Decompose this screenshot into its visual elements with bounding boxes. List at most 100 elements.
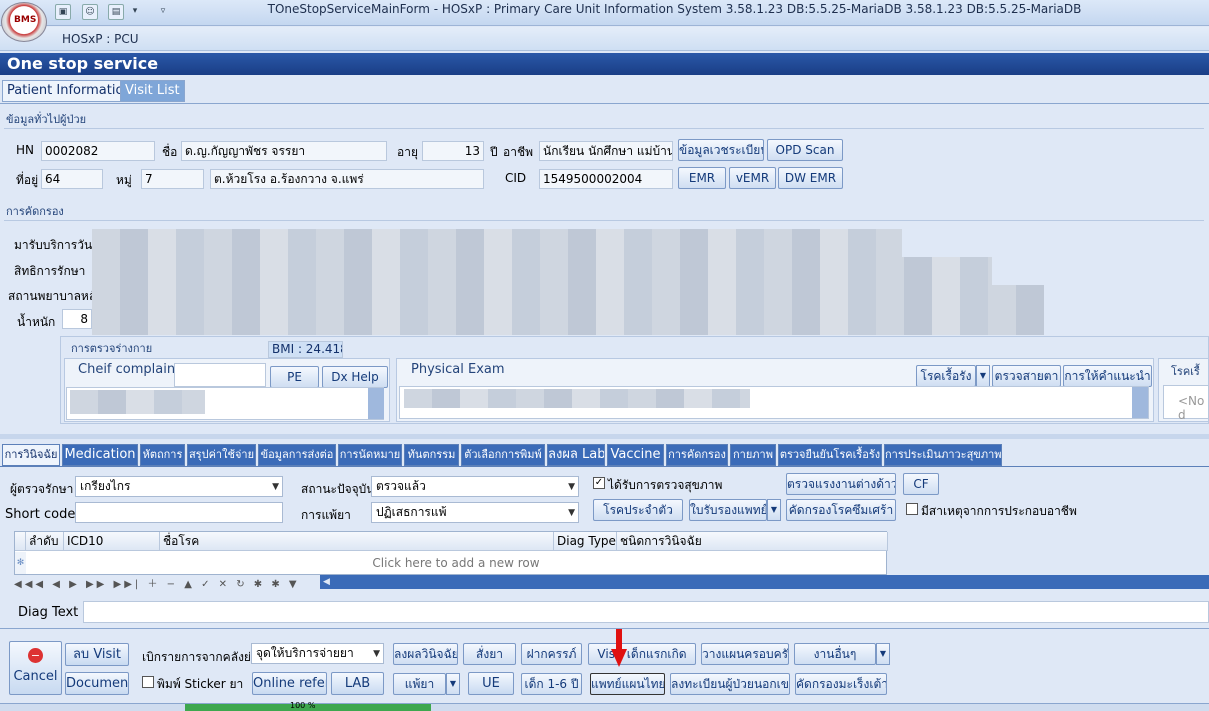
- status-select[interactable]: ตรวจแล้ว ▼: [371, 476, 579, 497]
- thai-medicine-button[interactable]: แพทย์แผนไทย: [590, 673, 665, 695]
- column-header[interactable]: ชนิดการวินิจฉัย: [617, 532, 888, 551]
- cancel-button[interactable]: − Cancel: [9, 641, 62, 695]
- moo-field[interactable]: 7: [141, 169, 204, 189]
- chronic-disease-button[interactable]: โรคประจำตัว: [593, 499, 683, 521]
- dx-help-button[interactable]: Dx Help: [322, 366, 388, 388]
- horizontal-scrollbar[interactable]: [320, 575, 1209, 589]
- name-field[interactable]: ด.ญ.กัญญาพัชร จรรยา: [181, 141, 387, 161]
- pe-button[interactable]: PE: [270, 366, 319, 388]
- newborn-visit-button[interactable]: Visit เด็กแรกเกิด: [588, 643, 696, 665]
- divider: [4, 220, 1204, 221]
- tab-lab[interactable]: ลงผล Lab: [547, 444, 605, 466]
- tab-expense[interactable]: สรุปค่าใช้จ่าย: [187, 444, 256, 466]
- qa-dropdown-icon[interactable]: ▾: [130, 4, 140, 20]
- weight-field[interactable]: 8: [62, 309, 92, 329]
- cid-field[interactable]: 1549500002004: [539, 169, 673, 189]
- tab-dental[interactable]: ทันตกรรม: [404, 444, 459, 466]
- lab-button[interactable]: LAB: [331, 672, 384, 695]
- eye-exam-button[interactable]: ตรวจสายตา: [992, 365, 1061, 387]
- outside-register-button[interactable]: ลงทะเบียนผู้ป่วยนอกเขต: [670, 673, 790, 695]
- bmi-label: BMI : 24.418: [268, 341, 343, 358]
- other-dropdown-icon[interactable]: ▼: [876, 643, 890, 665]
- short-code-input[interactable]: [75, 502, 283, 523]
- chief-complaint-input[interactable]: [174, 363, 266, 387]
- sticker-checkbox[interactable]: [142, 676, 154, 688]
- family-planning-button[interactable]: วางแผนครอบครัว: [701, 643, 789, 665]
- emr-button[interactable]: EMR: [678, 167, 726, 189]
- save-diagnosis-button[interactable]: ลงผลวินิจฉัย: [393, 643, 458, 665]
- vemr-button[interactable]: vEMR: [729, 167, 776, 189]
- document-button[interactable]: Document: [65, 672, 129, 695]
- physical-section-title: การตรวจร่างกาย: [71, 342, 153, 355]
- tab-screening[interactable]: การคัดกรอง: [666, 444, 728, 466]
- cancer-screen-button[interactable]: คัดกรองมะเร็งเต้านม: [795, 673, 887, 695]
- tab-appointment[interactable]: การนัดหมาย: [338, 444, 402, 466]
- dispense-select[interactable]: จุดให้บริการจ่ายยา ▼: [251, 643, 384, 664]
- worker-exam-button[interactable]: ตรวจแรงงานต่างด้าว: [786, 473, 896, 495]
- tab-procedure[interactable]: หัตถการ: [140, 444, 185, 466]
- window-title: TOneStopServiceMainForm - HOSxP : Primar…: [267, 2, 1082, 16]
- health-check-checkbox[interactable]: ✓: [593, 477, 605, 489]
- tab-print-options[interactable]: ตัวเลือกการพิมพ์: [461, 444, 545, 466]
- allergy-dropdown-icon[interactable]: ▼: [446, 673, 460, 695]
- column-header[interactable]: ICD10: [64, 532, 160, 551]
- tab-patient-information[interactable]: Patient Information: [2, 80, 137, 102]
- grid-navigator[interactable]: ◀◀◀ ◀ ▶ ▶▶ ▶▶| ＋ − ▲ ✓ ✕ ↻ ✱ ✱ ▼: [14, 575, 320, 590]
- age-field[interactable]: 13: [422, 141, 484, 161]
- column-header[interactable]: Diag Type: [554, 532, 617, 551]
- child-1-6-button[interactable]: เด็ก 1-6 ปี: [521, 673, 582, 695]
- add-new-row[interactable]: Click here to add a new row: [26, 552, 886, 574]
- allergy-button[interactable]: แพ้ยา: [393, 673, 446, 695]
- chevron-down-icon: ▼: [373, 649, 380, 659]
- cert-dropdown-icon[interactable]: ▼: [767, 499, 781, 521]
- general-section-title: ข้อมูลทั่วไปผู้ป่วย: [6, 113, 87, 126]
- diag-text-input[interactable]: [83, 601, 1209, 623]
- chronic-dropdown-icon[interactable]: ▼: [976, 365, 990, 387]
- other-work-button[interactable]: งานอื่นๆ: [794, 643, 876, 665]
- tab-physio[interactable]: กายภาพ: [730, 444, 776, 466]
- online-refer-button[interactable]: Online refer: [252, 672, 327, 695]
- customize-icon[interactable]: ▿: [158, 4, 168, 20]
- scrollbar[interactable]: [1132, 387, 1148, 418]
- tab-refer[interactable]: ข้อมูลการส่งต่อ: [258, 444, 336, 466]
- address-label: ที่อยู่: [16, 173, 39, 187]
- save-icon[interactable]: ▤: [108, 4, 124, 20]
- tab-health-assessment[interactable]: การประเมินภาวะสุขภาพ: [884, 444, 1002, 466]
- column-header[interactable]: ชื่อโรค: [160, 532, 554, 551]
- tab-chronic-confirm[interactable]: ตรวจยืนยันโรคเรื้อรัง: [778, 444, 882, 466]
- splitter[interactable]: [0, 434, 1209, 439]
- chronic-button[interactable]: โรคเรื้อรัง: [916, 365, 976, 387]
- occupation-field[interactable]: นักเรียน นักศึกษา แม่บ้าน (ไม่: [539, 141, 673, 161]
- registration-button[interactable]: ข้อมูลเวชระเบียน: [678, 139, 764, 161]
- dwemr-button[interactable]: DW EMR: [778, 167, 843, 189]
- column-header[interactable]: ลำดับ: [26, 532, 64, 551]
- address-field[interactable]: ต.ห้วยโรง อ.ร้องกวาง จ.แพร่: [210, 169, 484, 189]
- scroll-left-icon[interactable]: ◀: [323, 577, 330, 587]
- tab-visit-list[interactable]: Visit List: [120, 80, 185, 102]
- right-group-label: โรคเรื้: [1171, 365, 1200, 378]
- anc-button[interactable]: ฝากครรภ์: [521, 643, 582, 665]
- advice-button[interactable]: การให้คำแนะนำ: [1063, 365, 1152, 387]
- hn-field[interactable]: 0002082: [41, 141, 155, 161]
- address-no-field[interactable]: 64: [41, 169, 103, 189]
- depression-screen-button[interactable]: คัดกรองโรคซึมเศร้า: [786, 499, 896, 521]
- occupational-checkbox[interactable]: [906, 503, 918, 515]
- scrollbar[interactable]: [368, 388, 384, 419]
- quick-access-icon[interactable]: ▣: [55, 4, 71, 20]
- delete-visit-button[interactable]: ลบ Visit: [65, 643, 129, 666]
- examiner-select[interactable]: เกรียงไกร ▼: [75, 476, 283, 497]
- tab-vaccine[interactable]: Vaccine: [607, 444, 664, 466]
- opd-scan-button[interactable]: OPD Scan: [767, 139, 843, 161]
- order-drug-button[interactable]: สั่งยา: [463, 643, 516, 665]
- bms-logo[interactable]: BMS: [1, 2, 47, 42]
- allergy-select[interactable]: ปฏิเสธการแพ้ ▼: [371, 502, 579, 523]
- physical-exam-label: Physical Exam: [411, 362, 505, 377]
- examiner-label: ผู้ตรวจรักษา: [10, 482, 74, 496]
- tab-diagnosis[interactable]: การวินิจฉัย: [2, 444, 60, 466]
- ue-button[interactable]: UE: [468, 672, 514, 695]
- medical-cert-button[interactable]: ใบรับรองแพทย์: [689, 499, 767, 521]
- cf-button[interactable]: CF: [903, 473, 939, 495]
- tab-medication[interactable]: Medication: [62, 444, 138, 466]
- redacted-area: [70, 390, 205, 414]
- user-icon[interactable]: ☺: [82, 4, 98, 20]
